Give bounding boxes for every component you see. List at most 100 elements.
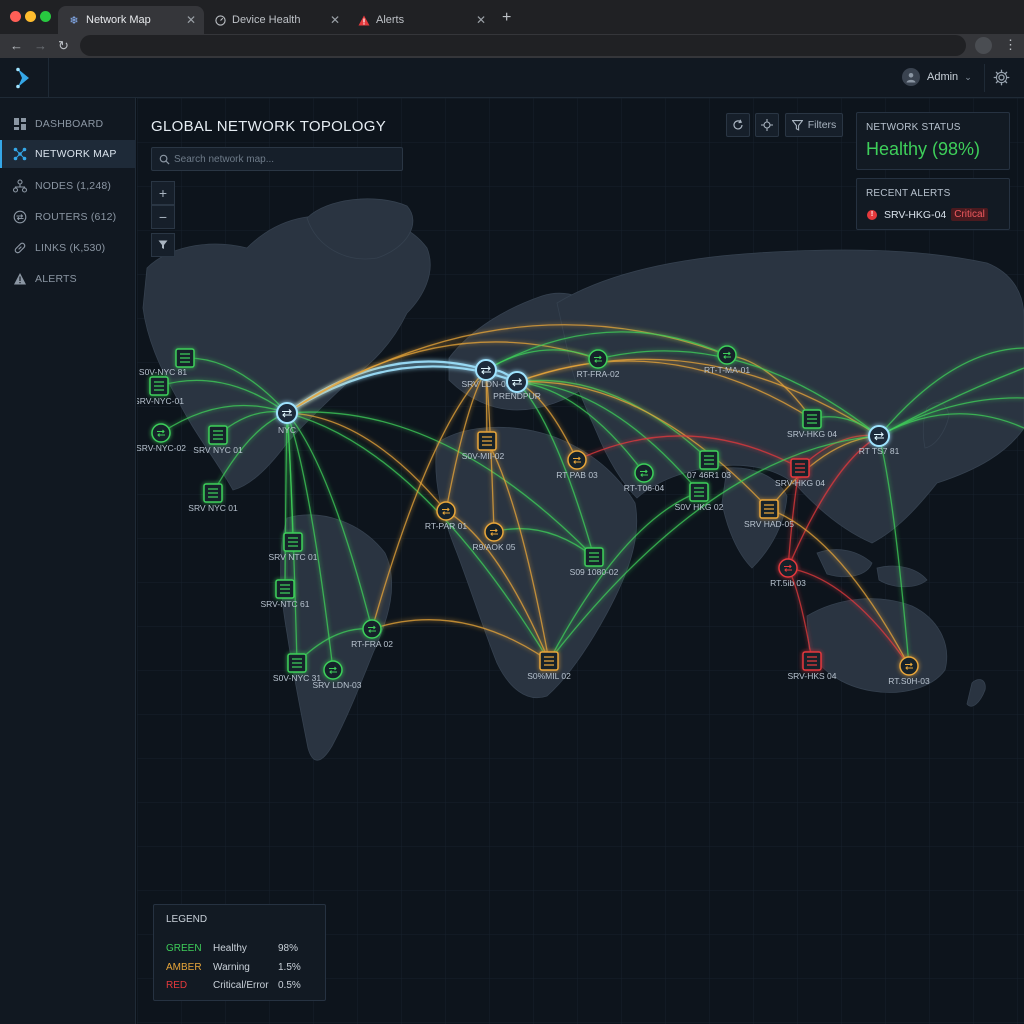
node-label: SRV-NTC 61 xyxy=(261,599,310,609)
sidebar-item-routers[interactable]: ROUTERS (612) xyxy=(0,203,136,231)
browser-menu-icon[interactable]: ⋮ xyxy=(1004,37,1017,53)
tab-label: Network Map xyxy=(86,14,151,26)
node-label: SRV-NYC-02 xyxy=(137,443,186,453)
node-label: RT-PAR 01 xyxy=(425,521,467,531)
node-label: S09 1080-02 xyxy=(570,567,619,577)
reload-icon[interactable]: ↻ xyxy=(58,38,69,54)
app-header: Admin ⌄ xyxy=(0,58,1024,98)
minimize-window-button[interactable] xyxy=(25,11,36,22)
network-map[interactable]: S0V-NYC 81 SRV-NYC-01 SRV-NYC-02 SRV NYC 01… xyxy=(137,98,1024,1024)
tab-label: Device Health xyxy=(232,14,301,26)
node-label: S0V HKG 02 xyxy=(675,502,724,512)
zoom-out-button[interactable]: − xyxy=(151,205,175,229)
router-icon xyxy=(13,210,27,224)
node-label: RT TS7 81 xyxy=(859,446,900,456)
node-label: SRV LDN-03 xyxy=(313,680,362,690)
sidebar-item-network-map[interactable]: NETWORK MAP xyxy=(0,140,136,168)
legend-status: Healthy xyxy=(213,943,247,954)
sidebar: DASHBOARD NETWORK MAP NODES (1,248) ROUT… xyxy=(0,98,136,1024)
node-label: SRV NTC 01 xyxy=(269,552,318,562)
node-label: SRV-HKG 04 xyxy=(787,429,837,439)
node-label: RT-T06-04 xyxy=(624,483,665,493)
router-icon xyxy=(778,558,798,578)
sidebar-item-dashboard[interactable]: DASHBOARD xyxy=(0,110,136,138)
node-label: S0V-NYC 81 xyxy=(139,367,187,377)
legend-row-amber: AMBER Warning 1.5% xyxy=(166,962,326,976)
close-tab-icon[interactable]: ✕ xyxy=(186,13,196,27)
router-icon xyxy=(717,345,737,365)
sidebar-item-label: ALERTS xyxy=(35,273,77,285)
user-name: Admin xyxy=(927,71,959,83)
router-icon xyxy=(567,450,587,470)
network-status-title: NETWORK STATUS xyxy=(866,122,961,133)
map-filter-button[interactable] xyxy=(151,233,175,257)
router-icon xyxy=(323,660,343,680)
dashboard-icon xyxy=(14,118,26,130)
tab-alerts[interactable]: Alerts ✕ xyxy=(348,6,494,34)
filters-button[interactable]: Filters xyxy=(785,113,843,137)
alert-icon xyxy=(14,273,26,285)
hub-node-icon xyxy=(475,359,497,381)
search-input[interactable] xyxy=(174,153,394,165)
browser-tab-bar: ❄ Network Map ✕ Device Health ✕ Alerts ✕… xyxy=(0,0,1024,34)
node-label: SRV-HKG 04 xyxy=(775,478,825,488)
legend-status: Warning xyxy=(213,962,250,973)
maximize-window-button[interactable] xyxy=(40,11,51,22)
recenter-button[interactable] xyxy=(755,113,779,137)
close-window-button[interactable] xyxy=(10,11,21,22)
node-label: SRV NYC 01 xyxy=(193,445,243,455)
tab-device-health[interactable]: Device Health ✕ xyxy=(204,6,348,34)
search-icon xyxy=(159,154,170,165)
user-menu[interactable]: Admin ⌄ xyxy=(902,68,972,86)
profile-icon[interactable] xyxy=(975,37,992,54)
address-bar[interactable] xyxy=(80,35,966,56)
router-icon xyxy=(484,522,504,542)
node-label: PRENDPUR xyxy=(493,391,541,401)
legend: LEGEND GREEN Healthy 98% AMBER Warning 1… xyxy=(153,904,326,1001)
refresh-button[interactable] xyxy=(726,113,750,137)
back-arrow-icon[interactable]: ← xyxy=(10,38,23,53)
node-label: R9/AOK 05 xyxy=(473,542,516,552)
sidebar-item-nodes[interactable]: NODES (1,248) xyxy=(0,172,136,200)
legend-title: LEGEND xyxy=(166,914,208,925)
sidebar-item-alerts[interactable]: ALERTS xyxy=(0,265,136,293)
network-icon xyxy=(13,147,27,161)
legend-pct: 0.5% xyxy=(278,980,301,991)
alert-item[interactable]: ! SRV-HKG-04 Critical xyxy=(867,208,988,221)
node-label: SRV-HKS 04 xyxy=(788,671,837,681)
header-divider xyxy=(984,64,985,92)
funnel-icon xyxy=(158,240,168,249)
legend-pct: 98% xyxy=(278,943,299,954)
logo-icon xyxy=(16,67,29,89)
close-tab-icon[interactable]: ✕ xyxy=(476,13,486,27)
router-icon xyxy=(588,349,608,369)
close-tab-icon[interactable]: ✕ xyxy=(330,13,340,27)
severity-badge: Critical xyxy=(951,208,988,221)
tab-network-map[interactable]: ❄ Network Map ✕ xyxy=(58,6,204,34)
forward-arrow-icon[interactable]: → xyxy=(34,38,47,53)
filter-icon xyxy=(791,119,803,131)
zoom-out-label: − xyxy=(158,209,168,225)
sidebar-item-label: NODES (1,248) xyxy=(35,180,112,192)
node-label: S0%MIL 02 xyxy=(527,671,571,681)
gauge-icon xyxy=(214,14,226,26)
router-icon xyxy=(436,501,456,521)
zoom-in-button[interactable]: + xyxy=(151,181,175,205)
sidebar-item-links[interactable]: LINKS (K,530) xyxy=(0,234,136,262)
map-node-hub[interactable]: NYC xyxy=(276,402,298,435)
legend-color-name: AMBER xyxy=(166,962,202,973)
router-icon xyxy=(362,619,382,639)
tab-label: Alerts xyxy=(376,14,405,26)
app-logo[interactable] xyxy=(0,58,49,98)
legend-color-name: GREEN xyxy=(166,943,202,954)
new-tab-button[interactable]: + xyxy=(502,9,511,27)
network-status-panel: NETWORK STATUS Healthy (98%) xyxy=(856,112,1010,170)
search-box[interactable] xyxy=(151,147,403,171)
chevron-down-icon: ⌄ xyxy=(964,71,972,82)
alert-device: SRV-HKG-04 xyxy=(884,208,947,221)
sidebar-item-label: DASHBOARD xyxy=(35,118,104,130)
gear-icon[interactable] xyxy=(993,69,1010,86)
legend-row-green: GREEN Healthy 98% xyxy=(166,943,326,957)
node-label: RT.5ib 03 xyxy=(770,578,806,588)
router-icon xyxy=(899,656,919,676)
